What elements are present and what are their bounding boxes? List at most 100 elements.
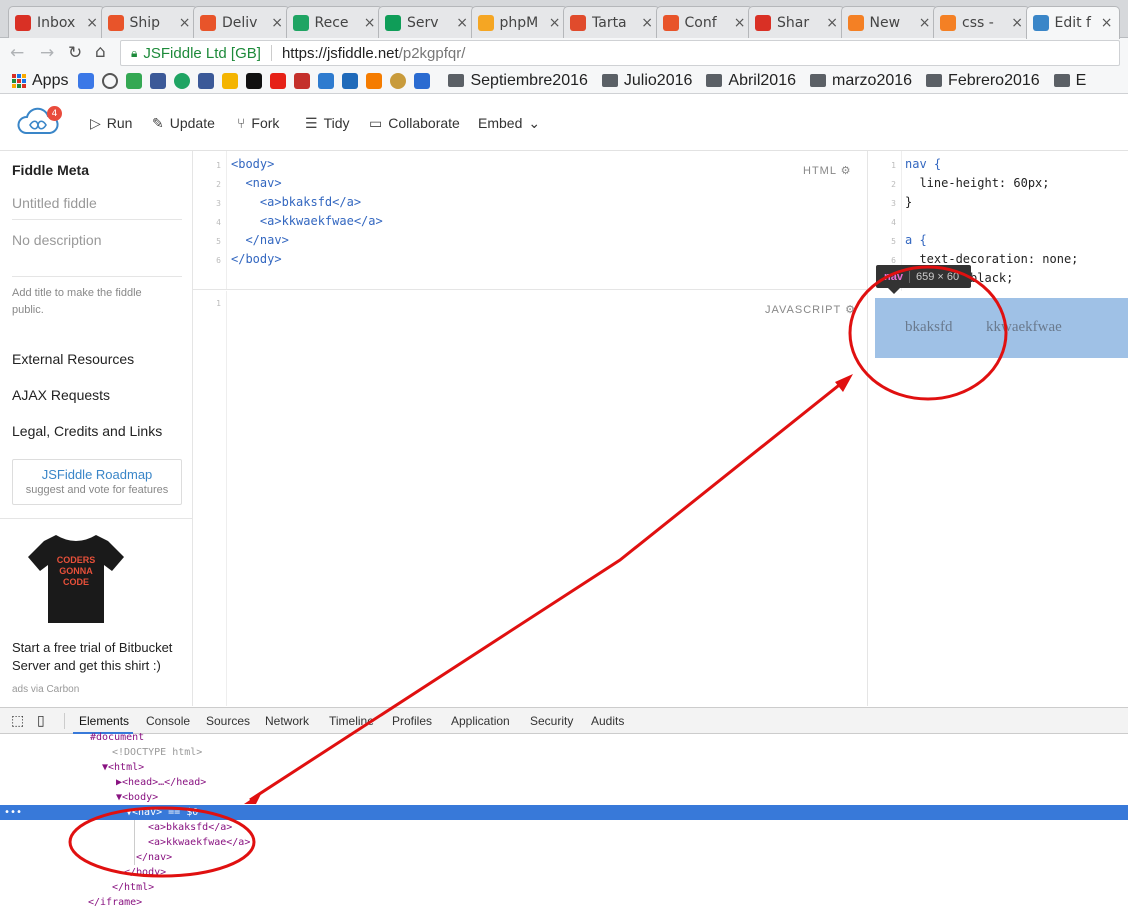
close-icon[interactable]: × (549, 15, 561, 31)
device-toolbar-icon[interactable]: ▯ (37, 712, 45, 729)
grammarly-bookmark-icon[interactable] (174, 72, 191, 89)
javascript-editor[interactable]: 1 JAVASCRIPT ⚙ (193, 291, 867, 706)
fiddle-description-input[interactable]: No description (12, 232, 182, 277)
close-icon[interactable]: × (826, 15, 838, 31)
gear-icon[interactable]: ⚙ (841, 165, 852, 177)
drive-bookmark-icon[interactable] (222, 72, 239, 89)
close-icon[interactable]: × (919, 15, 931, 31)
gear-icon[interactable]: ⚙ (845, 304, 856, 316)
bookmark-folder[interactable]: E (1053, 72, 1086, 90)
bookmark-folder[interactable]: Febrero2016 (926, 72, 1040, 90)
tree-node[interactable]: <a>bkaksfd</a> (0, 820, 1128, 835)
embed-button[interactable]: Embed ⌄ (478, 115, 540, 132)
tree-node[interactable]: </html> (0, 880, 1128, 895)
browser-tab[interactable]: Rece × (285, 6, 383, 38)
gmail-icon (15, 14, 31, 31)
browser-tab[interactable]: Tarta × (563, 6, 660, 38)
html-code-line: </nav> (231, 233, 289, 247)
devtools-tab-profiles[interactable]: Profiles (392, 714, 432, 728)
more-options-icon[interactable]: ••• (4, 805, 22, 820)
devtools-tab-network[interactable]: Network (265, 714, 309, 728)
close-icon[interactable]: × (271, 15, 283, 31)
facebook-bookmark-icon-2[interactable] (198, 72, 215, 89)
inspect-element-icon[interactable]: ⬚ (11, 712, 24, 729)
devtools-tab-application[interactable]: Application (451, 714, 510, 728)
browser-tab[interactable]: Deliv × (193, 6, 290, 38)
browser-tab[interactable]: Ship × (100, 6, 198, 38)
devtools-tab-audits[interactable]: Audits (591, 714, 624, 728)
devtools-tab-elements[interactable]: Elements (79, 714, 129, 728)
browser-tab[interactable]: Inbox × (8, 6, 105, 38)
close-icon[interactable]: × (641, 15, 653, 31)
youtube-bookmark-icon[interactable] (270, 72, 287, 89)
browser-tab[interactable]: Shar × (748, 6, 845, 38)
tidy-button[interactable]: ☰ Tidy (305, 115, 350, 132)
bookmark-folder[interactable]: Julio2016 (601, 72, 692, 90)
ad-text[interactable]: Start a free trial of Bitbucket Server a… (12, 639, 182, 675)
devtools-tab-security[interactable]: Security (530, 714, 573, 728)
tree-node[interactable]: ▶<head>…</head> (0, 775, 1128, 790)
ajax-requests-link[interactable]: AJAX Requests (12, 387, 110, 403)
browser-tab[interactable]: Conf × (655, 6, 753, 38)
selected-tree-node[interactable]: ••• ▼<nav> == $0 (0, 805, 1128, 820)
speedometer-bookmark-icon[interactable] (102, 72, 119, 89)
home-icon[interactable]: ⌂ (95, 42, 106, 62)
result-link[interactable]: kkwaekfwae (986, 319, 1062, 336)
js-bookmark-icon[interactable] (414, 72, 431, 89)
tree-node[interactable]: <!DOCTYPE html> (0, 745, 1128, 760)
fork-button[interactable]: ⑂ Fork (237, 115, 279, 131)
tree-node[interactable]: </iframe> (0, 895, 1128, 906)
browser-tab[interactable]: phpM × (470, 6, 568, 38)
tshirt-ad-image[interactable]: CODERS GONNA CODE (26, 531, 126, 627)
reload-icon[interactable]: ↻ (68, 43, 82, 63)
close-icon[interactable]: × (179, 15, 191, 31)
facebook-bookmark-icon[interactable] (150, 72, 167, 89)
external-resources-link[interactable]: External Resources (12, 351, 134, 367)
tree-node[interactable]: ▼<html> (0, 760, 1128, 775)
forward-icon[interactable]: → (40, 43, 54, 63)
tree-node[interactable]: ▼<body> (0, 790, 1128, 805)
notification-badge[interactable]: 4 (47, 106, 62, 121)
pinterest-bookmark-icon[interactable] (294, 72, 311, 89)
bookmark-folder[interactable]: Septiembre2016 (448, 72, 588, 90)
apps-shortcut[interactable]: Apps (12, 72, 68, 90)
browser-tab[interactable]: Edit f × (1025, 6, 1120, 39)
tree-node[interactable]: <a>kkwaekfwae</a> (0, 835, 1128, 850)
trello-bookmark-icon[interactable] (318, 72, 335, 89)
result-link[interactable]: bkaksfd (905, 319, 953, 336)
close-icon[interactable]: × (456, 15, 468, 31)
run-button[interactable]: ▷ Run (90, 115, 132, 132)
back-icon[interactable]: ← (10, 43, 24, 63)
legal-credits-link[interactable]: Legal, Credits and Links (12, 423, 162, 439)
browser-tab[interactable]: Serv × (378, 6, 475, 38)
fiddle-title-input[interactable]: Untitled fiddle (12, 195, 182, 220)
close-icon[interactable]: × (1101, 15, 1113, 31)
collaborate-button[interactable]: ▭ Collaborate (369, 115, 460, 132)
close-icon[interactable]: × (86, 15, 98, 31)
update-button[interactable]: ✎ Update (152, 115, 215, 132)
maps-bookmark-icon[interactable] (126, 72, 143, 89)
address-bar[interactable]: 🔒︎ JSFiddle Ltd [GB] https://jsfiddle.ne… (120, 40, 1120, 66)
fw-bookmark-icon[interactable] (246, 72, 263, 89)
tree-node[interactable]: #document (0, 730, 1128, 745)
browser-tab[interactable]: New × (840, 6, 938, 38)
line-number: 6 (216, 256, 221, 265)
devtools-tab-timeline[interactable]: Timeline (329, 714, 374, 728)
tree-node[interactable]: </body> (0, 865, 1128, 880)
tree-node[interactable]: </nav> (0, 850, 1128, 865)
bookmark-folder[interactable]: marzo2016 (810, 72, 912, 90)
bookmark-folder[interactable]: Abril2016 (706, 72, 796, 90)
outlook-bookmark-icon[interactable] (342, 72, 359, 89)
devtools-tab-console[interactable]: Console (146, 714, 190, 728)
roadmap-button[interactable]: JSFiddle Roadmap suggest and vote for fe… (12, 459, 182, 505)
link-bookmark-icon[interactable] (366, 72, 383, 89)
close-icon[interactable]: × (1011, 15, 1023, 31)
contacts-bookmark-icon[interactable] (78, 72, 95, 89)
close-icon[interactable]: × (734, 15, 746, 31)
food-bookmark-icon[interactable] (390, 72, 407, 89)
ad-via-label[interactable]: ads via Carbon (12, 684, 79, 695)
close-icon[interactable]: × (364, 15, 376, 31)
html-editor[interactable]: 1 2 3 4 5 6 <body> <nav> <a>bkaksfd</a> <a>kk… (193, 151, 867, 290)
devtools-tab-sources[interactable]: Sources (206, 714, 250, 728)
browser-tab[interactable]: css - × (933, 6, 1030, 38)
